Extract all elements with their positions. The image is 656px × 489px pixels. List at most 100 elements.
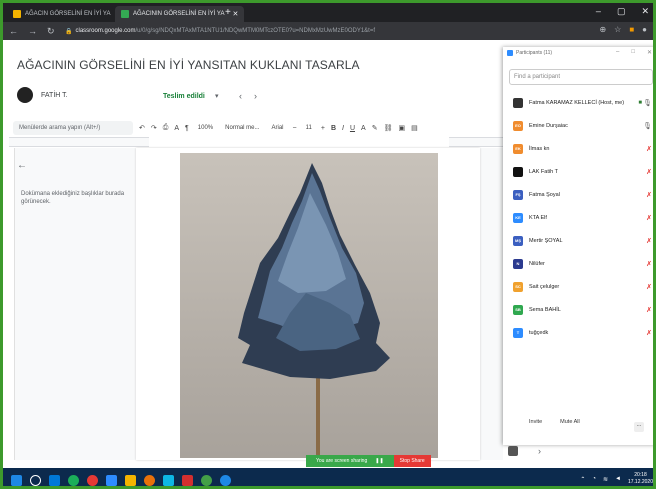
more-button[interactable]: ...: [634, 422, 644, 432]
volume-icon[interactable]: ◄: [615, 476, 621, 482]
stop-share-button[interactable]: Stop Share: [393, 455, 431, 467]
share-icon[interactable]: ⊕: [599, 25, 606, 34]
link-icon[interactable]: ⛓: [384, 124, 393, 132]
maximize-icon[interactable]: ▢: [617, 6, 626, 17]
microphone-muted-icon[interactable]: ✗: [646, 260, 652, 268]
close-icon[interactable]: ✕: [232, 10, 238, 18]
close-icon[interactable]: ✕: [647, 49, 652, 56]
style-select[interactable]: Normal me...: [222, 124, 262, 132]
undo-icon[interactable]: ↶: [139, 124, 145, 132]
participant-row[interactable]: SC Sait çelulger ✗: [503, 275, 653, 298]
video-icon[interactable]: ■: [638, 100, 642, 106]
star-icon[interactable]: ☆: [614, 25, 621, 34]
close-icon[interactable]: ✕: [641, 6, 649, 17]
spellcheck-icon[interactable]: A: [174, 125, 179, 132]
minimize-icon[interactable]: –: [596, 6, 601, 17]
menu-search-input[interactable]: Menülerde arama yapın (Alt+/): [13, 121, 133, 135]
comment-icon[interactable]: ▣: [398, 124, 405, 132]
profile-icon[interactable]: ●: [642, 25, 647, 34]
highlight-icon[interactable]: ✎: [372, 124, 378, 132]
side-panel-toggle: ›: [508, 446, 541, 456]
microphone-muted-icon[interactable]: ✗: [646, 237, 652, 245]
participant-search-input[interactable]: Find a participant: [509, 69, 653, 85]
microphone-icon[interactable]: 🎙: [643, 122, 652, 130]
participant-row[interactable]: FŞ Fatma Şoyal ✗: [503, 183, 653, 206]
microphone-muted-icon[interactable]: ✗: [646, 306, 652, 314]
decrease-size-icon[interactable]: −: [293, 125, 297, 132]
zoom-icon[interactable]: [106, 474, 117, 486]
redo-icon[interactable]: ↷: [151, 124, 157, 132]
pause-icon[interactable]: ❚❚: [375, 458, 383, 464]
zoom-select[interactable]: 100%: [195, 124, 216, 132]
participant-row[interactable]: N Nilüfer ✗: [503, 252, 653, 275]
back-arrow-icon[interactable]: ←: [17, 160, 27, 171]
microphone-icon[interactable]: 🎙: [643, 99, 652, 107]
minimize-icon[interactable]: –: [616, 49, 619, 56]
bold-icon[interactable]: B: [331, 125, 336, 132]
reload-icon[interactable]: ↻: [47, 26, 55, 37]
chevron-down-icon[interactable]: ▾: [215, 92, 219, 100]
network-icon[interactable]: ◔: [592, 476, 596, 482]
font-size-field[interactable]: 11: [303, 124, 315, 132]
participant-row[interactable]: KE KTA Elf ✗: [503, 206, 653, 229]
browser-actions: ⊕ ☆ ■ ●: [599, 25, 647, 34]
participant-avatar: [513, 166, 523, 177]
microphone-muted-icon[interactable]: ✗: [646, 168, 652, 176]
app-icon[interactable]: [201, 474, 212, 486]
forward-icon[interactable]: →: [28, 26, 37, 36]
document-icon: [13, 10, 21, 18]
back-icon[interactable]: ←: [9, 26, 18, 36]
font-select[interactable]: Arial: [269, 124, 287, 132]
opera-icon[interactable]: [87, 474, 98, 486]
firefox-icon[interactable]: [144, 474, 155, 486]
chevron-up-icon[interactable]: ⌃: [580, 476, 585, 483]
tree-puppet-photo: [180, 153, 438, 458]
document-icon: [121, 10, 129, 18]
url-field[interactable]: 🔒 classroom.google.com /u/0/g/sg/NDQxMTA…: [65, 25, 485, 37]
task-view-icon[interactable]: [49, 474, 60, 486]
microphone-muted-icon[interactable]: ✗: [646, 329, 652, 337]
image-icon[interactable]: ▤: [411, 124, 418, 132]
microphone-muted-icon[interactable]: ✗: [646, 283, 652, 291]
invite-button[interactable]: Invite: [529, 419, 542, 425]
participant-row[interactable]: SB Sema BAHİL ✗: [503, 298, 653, 321]
new-tab-button[interactable]: +: [225, 7, 231, 18]
participant-row[interactable]: MŞ Mertir ŞOYAL ✗: [503, 229, 653, 252]
mute-all-button[interactable]: Mute All: [560, 419, 580, 425]
app-icon[interactable]: [220, 474, 231, 486]
italic-icon[interactable]: I: [342, 125, 344, 132]
participant-row[interactable]: Ttuğçedk ✗: [503, 321, 653, 344]
screen: AĞACIN GÖRSELİNİ EN İYİ YA ✕ AĞACININ GÖ…: [0, 0, 656, 489]
participant-row[interactable]: LAK Fatih T ✗: [503, 160, 653, 183]
prev-button[interactable]: ‹: [239, 91, 242, 101]
microphone-muted-icon[interactable]: ✗: [646, 191, 652, 199]
print-icon[interactable]: ⎙: [163, 124, 169, 132]
participant-avatar: EK: [513, 143, 523, 154]
app-icon[interactable]: [182, 474, 193, 486]
participant-row[interactable]: EK İlmas kn ✗: [503, 137, 653, 160]
underline-icon[interactable]: U: [350, 125, 355, 132]
store-icon[interactable]: [163, 474, 174, 486]
folder-icon[interactable]: [125, 474, 136, 486]
chevron-right-icon[interactable]: ›: [538, 446, 541, 456]
next-button[interactable]: ›: [254, 91, 257, 101]
participant-row[interactable]: EO Emine Durşaiac 🎙: [503, 114, 653, 137]
window-controls: – ▢ ✕: [596, 6, 649, 17]
clock-time: 20:18: [634, 472, 647, 478]
microphone-muted-icon[interactable]: ✗: [646, 214, 652, 222]
microphone-muted-icon[interactable]: ✗: [646, 145, 652, 153]
tab-1[interactable]: AĞACIN GÖRSELİNİ EN İYİ YA ✕: [7, 6, 130, 22]
paint-format-icon[interactable]: ¶: [185, 125, 189, 132]
extension-icon[interactable]: ■: [629, 25, 634, 34]
chrome-icon[interactable]: [68, 474, 79, 486]
restore-icon[interactable]: □: [631, 49, 635, 56]
wifi-icon[interactable]: ≋: [603, 476, 608, 483]
participant-row[interactable]: Fatma KARAMAZ KELLECİ (Host, me) ■ 🎙: [503, 91, 653, 114]
participants-title: Participants (11): [507, 50, 552, 56]
increase-size-icon[interactable]: +: [321, 125, 325, 132]
panel-icon[interactable]: [508, 446, 518, 456]
search-icon[interactable]: [30, 474, 41, 486]
text-color-icon[interactable]: A: [361, 125, 366, 132]
clock[interactable]: 20:18 17.12.2020: [628, 472, 653, 486]
windows-start-icon[interactable]: [11, 474, 22, 486]
